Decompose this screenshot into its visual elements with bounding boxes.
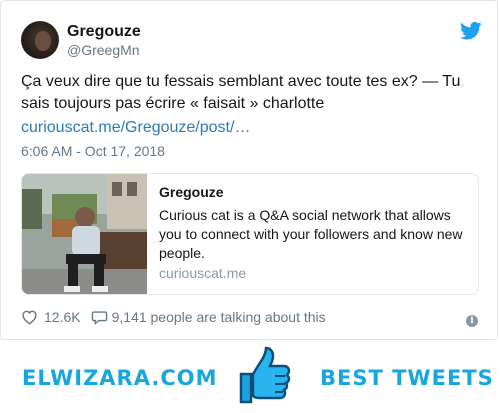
card-image: [22, 174, 147, 294]
tweet-timestamp[interactable]: 6:06 AM - Oct 17, 2018: [21, 143, 165, 159]
heart-icon[interactable]: [21, 309, 38, 325]
twitter-bird-icon[interactable]: [460, 21, 482, 41]
card-domain: curiouscat.me: [159, 265, 247, 281]
best-tweets-label: BEST TWEETS: [320, 366, 494, 390]
card-title: Gregouze: [159, 184, 224, 200]
tweet-embed: Gregouze @GreegMn Ça veux dire que tu fe…: [0, 0, 498, 340]
avatar[interactable]: [21, 21, 59, 59]
engagement-row: 12.6K 9,141 people are talking about thi…: [21, 309, 326, 325]
like-count[interactable]: 12.6K: [44, 309, 81, 325]
link-card[interactable]: Gregouze Curious cat is a Q&A social net…: [21, 173, 479, 295]
site-brand: ELWIZARA.COM: [22, 366, 218, 390]
info-icon[interactable]: i: [466, 315, 478, 327]
user-handle[interactable]: @GreegMn: [67, 42, 140, 58]
display-name[interactable]: Gregouze: [67, 23, 141, 41]
tweet-link[interactable]: curiouscat.me/Gregouze/post/…: [21, 117, 250, 139]
avatar-face: [35, 31, 51, 51]
thumbs-up-icon: [239, 346, 291, 404]
tweet-text: Ça veux dire que tu fessais semblant ave…: [21, 73, 461, 112]
card-description: Curious cat is a Q&A social network that…: [159, 207, 463, 261]
talking-count[interactable]: 9,141 people are talking about this: [112, 309, 326, 325]
card-photo: [22, 174, 147, 294]
reply-bubble-icon[interactable]: [91, 309, 108, 325]
